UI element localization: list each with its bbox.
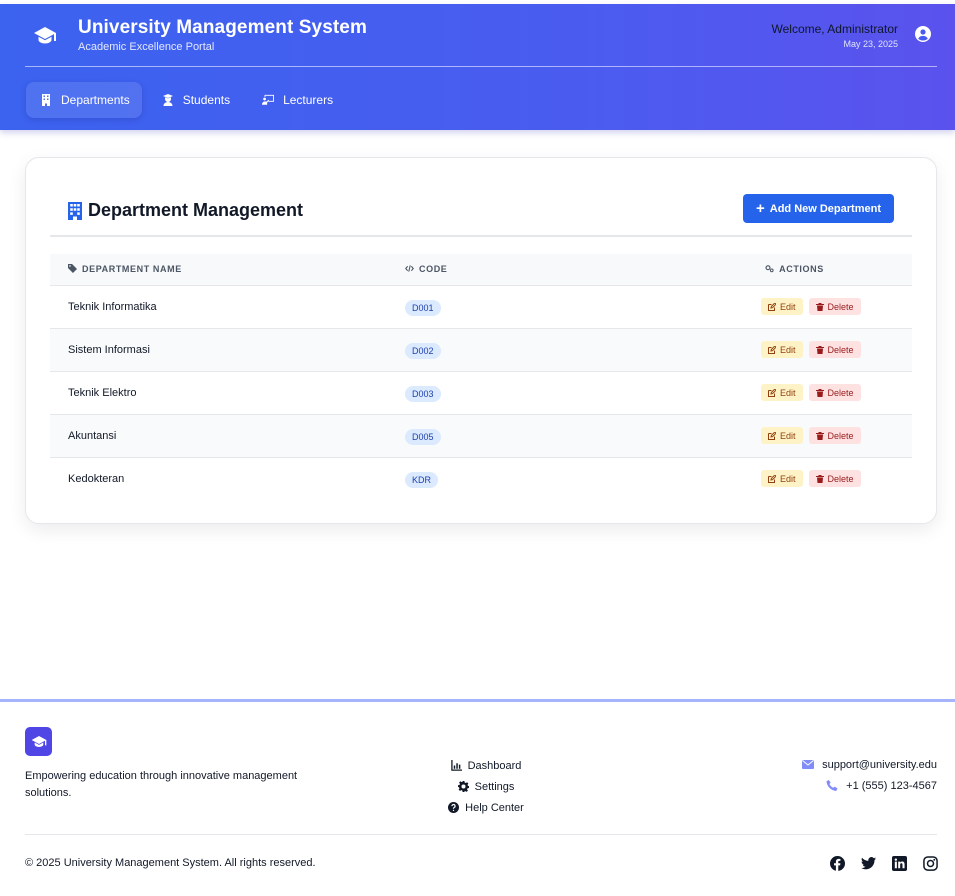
tab-lecturers[interactable]: Lecturers (248, 82, 345, 118)
code-badge: KDR (405, 471, 439, 488)
department-name: Sistem Informasi (68, 343, 150, 356)
app-header: University Management System Academic Ex… (0, 4, 955, 130)
tab-label: Lecturers (283, 93, 334, 107)
panel-title-text: Department Management (88, 200, 304, 220)
panel-title: Department Management (68, 200, 303, 221)
graduation-cap-icon (31, 735, 46, 747)
edit-button[interactable]: Edit (761, 341, 803, 358)
copyright: © 2025 University Management System. All… (25, 857, 316, 869)
table-row: Teknik Elektro D003 Edit Delete (50, 371, 912, 414)
app-footer: Empowering education through innovative … (0, 699, 955, 896)
linkedin-icon[interactable] (892, 856, 907, 871)
gear-icon (457, 781, 469, 792)
edit-icon (768, 388, 776, 397)
tag-icon (68, 264, 77, 273)
department-name: Teknik Elektro (68, 386, 137, 399)
trash-icon (815, 474, 824, 483)
brand[interactable]: University Management System Academic Ex… (33, 16, 367, 54)
building-icon (42, 94, 50, 106)
edit-button[interactable]: Edit (761, 298, 803, 315)
table-row: Sistem Informasi D002 Edit Delete (50, 328, 912, 371)
header-code[interactable]: Code (405, 254, 677, 285)
trash-icon (815, 431, 824, 440)
footer-contact: support@university.edu +1 (555) 123-4567 (802, 754, 937, 796)
add-button-label: Add New Department (769, 202, 881, 215)
student-icon (162, 94, 173, 106)
footer-links: Dashboard Settings Help Center (446, 755, 526, 818)
header-actions[interactable]: Actions (677, 254, 912, 285)
footer-link-dashboard[interactable]: Dashboard (446, 755, 526, 776)
cogs-icon (765, 265, 774, 273)
code-badge: D002 (405, 342, 441, 359)
question-circle-icon (448, 802, 460, 813)
footer-link-settings[interactable]: Settings (446, 776, 526, 797)
add-department-button[interactable]: + Add New Department (742, 194, 894, 223)
app-title: University Management System (78, 17, 367, 38)
phone-icon (826, 780, 838, 791)
header-name[interactable]: Department Name (50, 254, 405, 285)
edit-icon (768, 302, 776, 311)
envelope-icon (802, 760, 815, 769)
code-badge: D003 (405, 385, 441, 402)
edit-button[interactable]: Edit (761, 427, 803, 444)
department-name: Akuntansi (68, 429, 117, 442)
building-icon (68, 201, 82, 220)
department-name: Teknik Informatika (68, 300, 157, 313)
edit-icon (768, 474, 776, 483)
footer-logo (25, 727, 52, 756)
departments-table: Department Name Code Actions (50, 254, 912, 500)
welcome-text: Welcome, Administrator (771, 22, 899, 36)
social-links (814, 856, 938, 871)
app-subtitle: Academic Excellence Portal (78, 41, 215, 53)
tab-students[interactable]: Students (148, 82, 242, 118)
tab-label: Departments (61, 93, 130, 107)
graduation-cap-icon (33, 24, 57, 48)
department-name: Kedokteran (68, 472, 125, 485)
contact-phone[interactable]: +1 (555) 123-4567 (802, 775, 937, 796)
table-row: Akuntansi D005 Edit Delete (50, 414, 912, 457)
delete-button[interactable]: Delete (808, 427, 861, 444)
chalkboard-teacher-icon (262, 94, 275, 105)
user-circle-icon[interactable] (915, 26, 931, 42)
tab-departments[interactable]: Departments (26, 82, 142, 118)
code-badge: D001 (405, 299, 441, 316)
contact-email[interactable]: support@university.edu (802, 754, 937, 775)
main-nav: Departments Students Lecturers (26, 82, 351, 118)
instagram-icon[interactable] (923, 856, 938, 871)
twitter-icon[interactable] (861, 856, 876, 871)
trash-icon (815, 302, 824, 311)
footer-divider (25, 834, 937, 835)
table-row: Teknik Informatika D001 Edit Delete (50, 285, 912, 328)
table-header-row: Department Name Code Actions (50, 254, 912, 285)
user-info: Welcome, Administrator May 23, 2025 (772, 22, 899, 51)
table-row: Kedokteran KDR Edit Delete (50, 457, 912, 500)
footer-tagline: Empowering education through innovative … (25, 770, 298, 799)
edit-icon (768, 345, 776, 354)
code-badge: D005 (405, 428, 441, 445)
footer-link-help[interactable]: Help Center (446, 797, 526, 818)
code-icon (405, 265, 414, 272)
trash-icon (815, 388, 824, 397)
current-date: May 23, 2025 (843, 39, 898, 49)
delete-button[interactable]: Delete (808, 470, 861, 488)
delete-button[interactable]: Delete (808, 384, 861, 401)
edit-icon (768, 431, 776, 440)
edit-button[interactable]: Edit (761, 470, 803, 488)
chart-icon (450, 760, 462, 771)
tab-label: Students (182, 93, 231, 107)
trash-icon (815, 345, 824, 354)
edit-button[interactable]: Edit (761, 384, 803, 401)
delete-button[interactable]: Delete (808, 298, 861, 315)
plus-icon: + (755, 200, 765, 217)
facebook-icon[interactable] (830, 856, 845, 871)
department-panel: Department Management + Add New Departme… (25, 157, 937, 524)
header-divider (25, 66, 937, 67)
delete-button[interactable]: Delete (808, 341, 861, 358)
panel-header: Department Management + Add New Departme… (50, 194, 912, 237)
